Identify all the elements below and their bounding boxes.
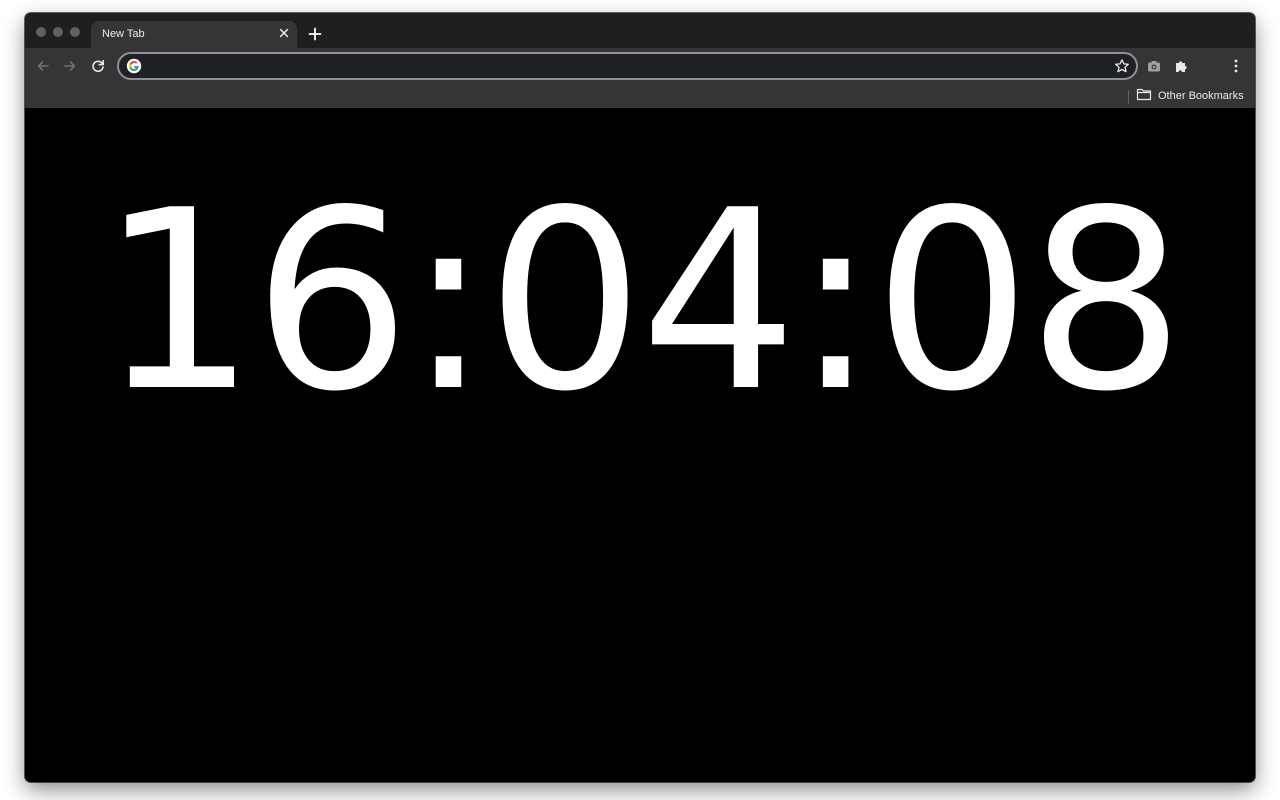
- camera-icon[interactable]: [1146, 58, 1162, 74]
- plus-icon[interactable]: [307, 26, 323, 42]
- forward-icon[interactable]: [62, 58, 78, 74]
- back-icon[interactable]: [35, 58, 51, 74]
- other-bookmarks-label: Other Bookmarks: [1158, 90, 1244, 102]
- close-window-button[interactable]: [36, 27, 46, 37]
- clock-display: 16:04:08: [99, 158, 1185, 446]
- folder-icon: [1136, 87, 1152, 106]
- minimize-window-button[interactable]: [53, 27, 63, 37]
- reload-icon[interactable]: [90, 58, 106, 74]
- puzzle-icon[interactable]: [1173, 58, 1189, 74]
- address-bar[interactable]: [117, 52, 1138, 80]
- omnibox-input[interactable]: [147, 57, 1107, 75]
- bookmarks-separator: [1128, 90, 1129, 104]
- close-icon[interactable]: [277, 26, 291, 40]
- google-icon: [126, 58, 142, 74]
- page-content: 16:04:08: [25, 108, 1255, 782]
- zoom-window-button[interactable]: [70, 27, 80, 37]
- title-bar: New Tab: [25, 13, 1255, 49]
- kebab-menu-icon[interactable]: [1228, 58, 1244, 74]
- browser-window: New Tab Other Bookmarks 16:04:08: [25, 13, 1255, 782]
- bookmarks-bar: Other Bookmarks: [25, 84, 1255, 108]
- tab-title: New Tab: [102, 28, 145, 40]
- star-icon[interactable]: [1114, 58, 1130, 74]
- toolbar: [25, 48, 1255, 84]
- tab-new-tab[interactable]: New Tab: [91, 21, 297, 49]
- other-bookmarks-button[interactable]: Other Bookmarks: [1136, 87, 1244, 105]
